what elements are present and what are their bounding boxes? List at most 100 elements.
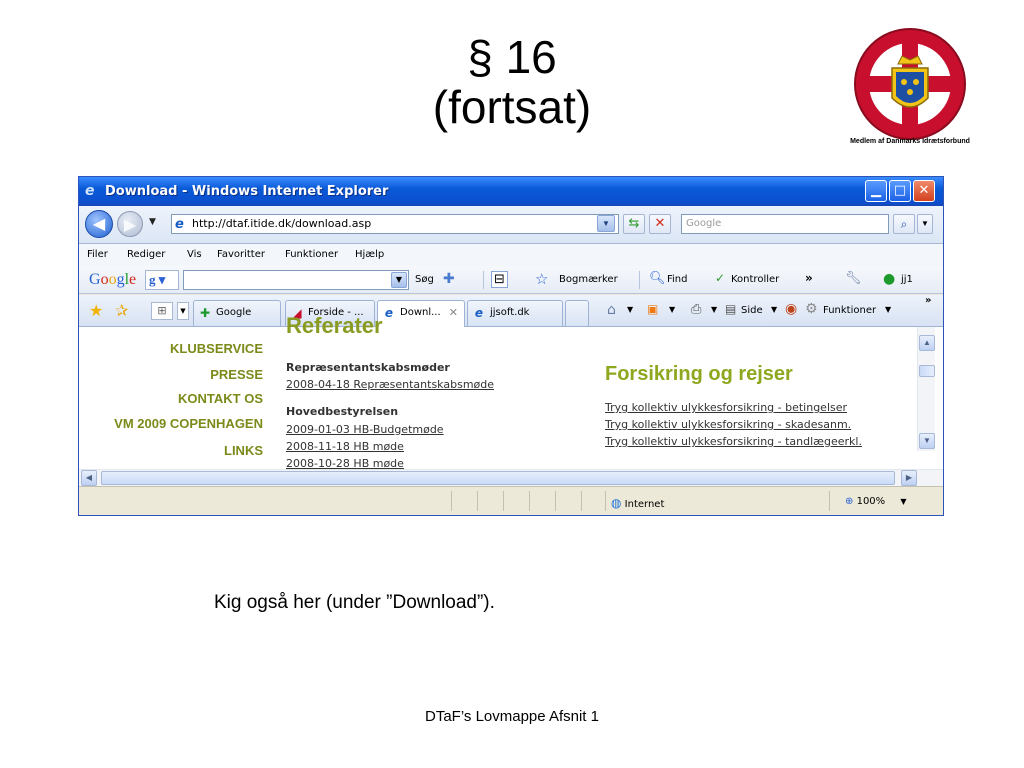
maximize-button[interactable]: □ — [889, 180, 911, 202]
scroll-thumb[interactable] — [919, 365, 935, 377]
status-divider — [451, 491, 452, 511]
status-divider — [829, 491, 830, 511]
nav-kontakt[interactable]: KONTAKT OS — [178, 391, 263, 406]
command-more-icon[interactable]: » — [925, 295, 931, 306]
insurance-link[interactable]: Tryg kollektiv ulykkesforsikring - tandl… — [605, 435, 862, 448]
menu-bar: Filer Rediger Vis Favoritter Funktioner … — [79, 244, 943, 266]
feeds-icon[interactable]: ▣ — [647, 302, 658, 316]
insurance-link[interactable]: Tryg kollektiv ulykkesforsikring - skade… — [605, 418, 851, 431]
forward-button[interactable]: ▶ — [117, 211, 143, 237]
quick-tabs-icon[interactable]: ⊞ — [151, 302, 173, 320]
nav-klubservice[interactable]: KLUBSERVICE — [170, 341, 263, 356]
slide-title-line2: (fortsat) — [432, 81, 592, 133]
scroll-up-icon[interactable]: ▲ — [919, 335, 935, 351]
tab-list-dropdown-icon[interactable]: ▼ — [177, 302, 189, 320]
google-logo: Google — [89, 271, 137, 288]
google-search-dropdown-icon[interactable]: ▼ — [391, 272, 407, 288]
insurance-link[interactable]: Tryg kollektiv ulykkesforsikring - betin… — [605, 401, 847, 414]
star-icon[interactable]: ☆ — [535, 270, 548, 288]
page-content: KLUBSERVICE PRESSE KONTAKT OS VM 2009 CO… — [79, 313, 943, 470]
spellcheck-icon: ✓ — [715, 271, 726, 285]
search-icon[interactable]: ⌕ — [893, 214, 915, 234]
horizontal-scrollbar[interactable]: ◀ ▶ — [79, 469, 943, 486]
menu-view[interactable]: Vis — [187, 249, 202, 260]
tab-jjsoft[interactable]: e jjsoft.dk — [467, 300, 563, 326]
url-field[interactable]: e http://dtaf.itide.dk/download.asp — [171, 214, 619, 234]
menu-edit[interactable]: Rediger — [127, 249, 165, 260]
nav-presse[interactable]: PRESSE — [210, 367, 263, 382]
page-menu-button[interactable]: Side — [741, 305, 763, 316]
menu-tools[interactable]: Funktioner — [285, 249, 338, 260]
print-icon[interactable]: ⎙ — [691, 302, 701, 317]
find-button[interactable]: Find — [667, 274, 688, 285]
tab-close-icon[interactable]: ✕ — [449, 301, 458, 325]
zone-label: Internet — [624, 499, 665, 510]
ie-icon: e — [384, 306, 394, 320]
home-icon[interactable]: ⌂ — [607, 302, 616, 318]
zoom-icon: ⊕ — [845, 496, 854, 507]
document-link[interactable]: 2008-11-18 HB møde — [286, 440, 404, 453]
nav-vm2009[interactable]: VM 2009 COPENHAGEN — [114, 416, 263, 431]
insurance-column: Forsikring og rejser Tryg kollektiv ulyk… — [605, 327, 915, 469]
research-icon[interactable]: ◉ — [785, 301, 797, 317]
menu-file[interactable]: Filer — [87, 249, 108, 260]
status-divider — [503, 491, 504, 511]
tools-menu-button[interactable]: Funktioner — [823, 305, 876, 316]
scroll-left-icon[interactable]: ◀ — [81, 470, 97, 486]
find-icon: 🔍︎ — [649, 271, 666, 286]
zoom-control[interactable]: ⊕ 100% ▼ — [845, 496, 907, 507]
globe-icon: ◍ — [611, 496, 622, 510]
tools-dropdown-icon[interactable]: ▼ — [885, 305, 891, 314]
google-menu-button[interactable]: g ▾ — [145, 270, 179, 290]
document-link[interactable]: 2008-04-18 Repræsentantskabsmøde — [286, 378, 494, 391]
ie-titlebar[interactable]: e Download - Windows Internet Explorer ▁… — [79, 177, 943, 206]
google-search-input[interactable] — [183, 270, 409, 290]
wrench-icon[interactable]: 🔧︎ — [845, 271, 862, 286]
horizontal-scroll-thumb[interactable] — [101, 471, 895, 485]
stop-button[interactable]: ✕ — [649, 214, 671, 234]
slide-title-line1: § 16 — [467, 31, 557, 83]
url-text: http://dtaf.itide.dk/download.asp — [192, 217, 372, 230]
more-chevron-icon[interactable]: » — [805, 271, 813, 285]
user-name[interactable]: jj1 — [901, 274, 913, 285]
bookmarks-button[interactable]: Bogmærker — [559, 274, 618, 285]
favorites-star-icon[interactable]: ★ — [89, 301, 103, 320]
add-favorite-icon[interactable]: ✰ — [115, 301, 128, 320]
search-options-icon[interactable]: ▼ — [917, 214, 933, 234]
close-button[interactable]: ✕ — [913, 180, 935, 202]
zoom-dropdown-icon[interactable]: ▼ — [900, 497, 906, 506]
refresh-button[interactable]: ⇆ — [623, 214, 645, 234]
dtaf-logo: Medlem af Danmarks Idrætsforbund — [850, 26, 970, 156]
google-icon: ✚ — [199, 306, 211, 320]
check-button[interactable]: Kontroller — [731, 274, 779, 285]
toolbar-separator — [483, 271, 484, 289]
popup-blocker-icon[interactable]: ⊟ — [491, 271, 508, 288]
minimize-button[interactable]: ▁ — [865, 180, 887, 202]
document-link[interactable]: 2009-01-03 HB-Budgetmøde — [286, 423, 444, 436]
search-input[interactable]: Google — [681, 214, 889, 234]
tab-download[interactable]: e Downl... ✕ — [377, 300, 465, 327]
puzzle-icon[interactable]: ✚ — [443, 271, 455, 287]
address-bar: ◀ ▶ ▼ e http://dtaf.itide.dk/download.as… — [79, 206, 943, 244]
page-dropdown-icon[interactable]: ▼ — [771, 305, 777, 314]
zoom-level: 100% — [856, 496, 886, 507]
history-dropdown-icon[interactable]: ▼ — [149, 217, 156, 227]
feeds-dropdown-icon[interactable]: ▼ — [669, 305, 675, 314]
home-dropdown-icon[interactable]: ▼ — [627, 305, 633, 314]
new-tab-button[interactable] — [565, 300, 589, 326]
tab-google[interactable]: ✚ Google — [193, 300, 281, 326]
print-dropdown-icon[interactable]: ▼ — [711, 305, 717, 314]
scroll-down-icon[interactable]: ▼ — [919, 433, 935, 449]
toolbar-separator — [639, 271, 640, 289]
back-button[interactable]: ◀ — [85, 210, 113, 238]
tab-bar: ★ ✰ ⊞ ▼ ✚ Google ◢ Forside - ... e Downl… — [79, 295, 943, 327]
url-dropdown-icon[interactable]: ▼ — [597, 215, 615, 232]
slide-caption: Kig også her (under ”Download”). — [214, 592, 495, 613]
security-zone[interactable]: ◍ Internet — [611, 496, 664, 510]
vertical-scrollbar[interactable]: ▲ ▼ — [917, 327, 935, 451]
google-search-button[interactable]: Søg — [415, 274, 434, 285]
scroll-right-icon[interactable]: ▶ — [901, 470, 917, 486]
menu-favorites[interactable]: Favoritter — [217, 249, 265, 260]
menu-help[interactable]: Hjælp — [355, 249, 384, 260]
nav-links[interactable]: LINKS — [224, 443, 263, 458]
